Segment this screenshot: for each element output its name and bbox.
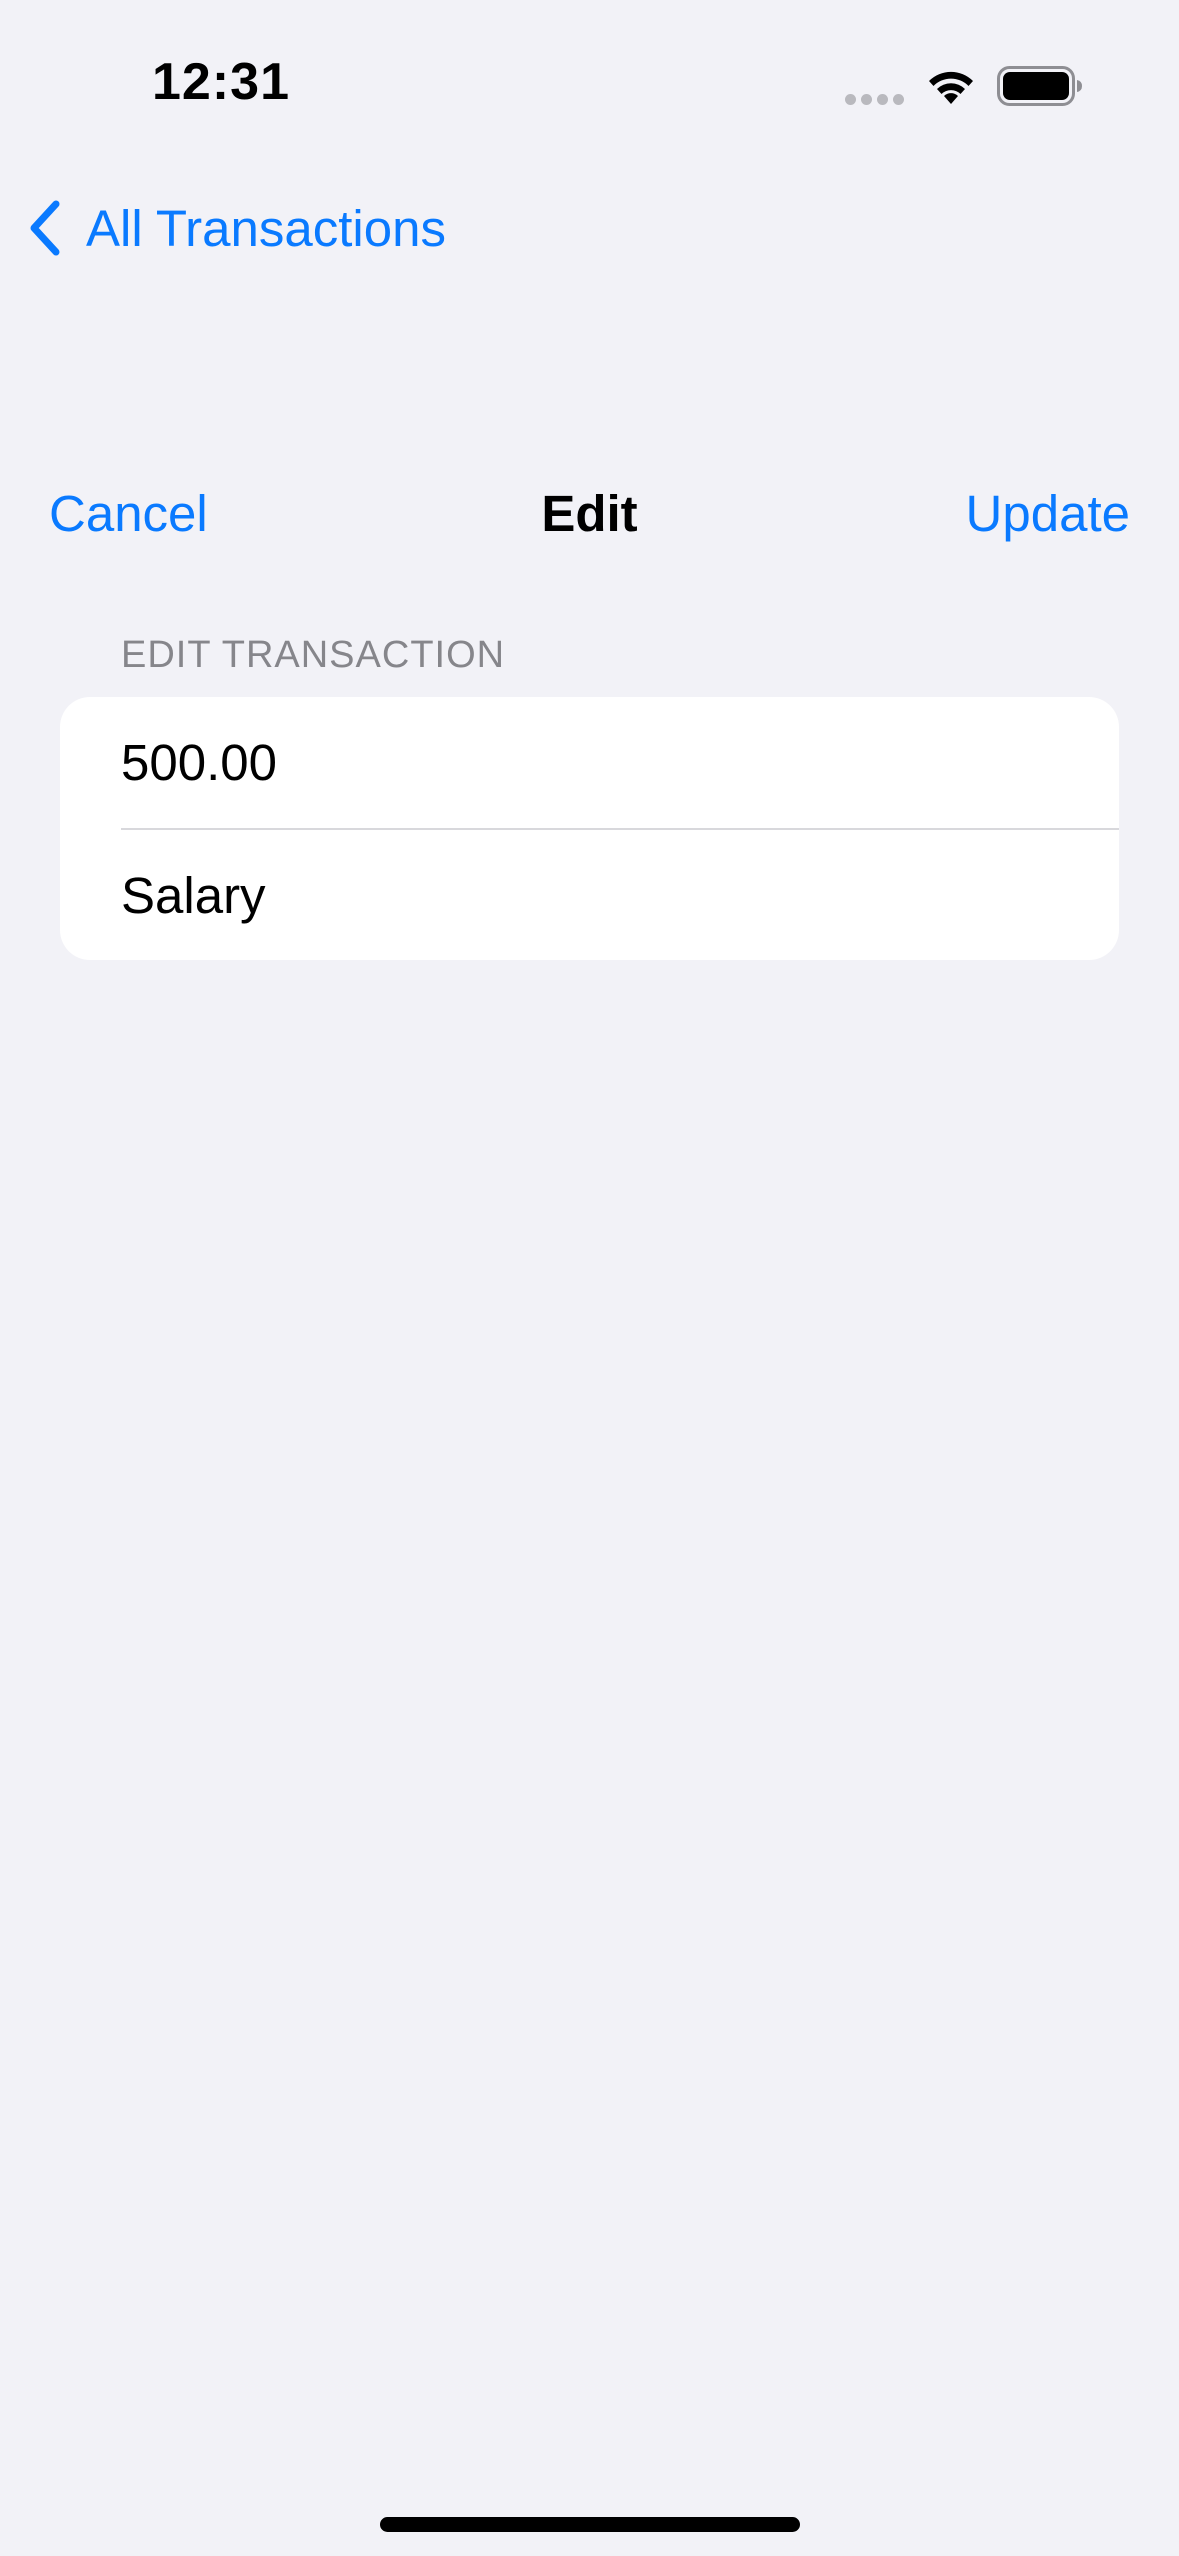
screen: 12:31 All Transactions Edit Cancel Updat…: [0, 0, 1179, 2556]
amount-row: [60, 697, 1119, 828]
cancel-button[interactable]: Cancel: [49, 484, 208, 543]
wifi-icon: [929, 71, 973, 104]
status-time: 12:31: [152, 53, 290, 111]
cell-signal-icon: [845, 94, 905, 106]
edit-transaction-form: [60, 697, 1119, 960]
back-button-label: All Transactions: [86, 199, 446, 257]
section-header: EDIT TRANSACTION: [121, 634, 506, 676]
amount-field[interactable]: [121, 697, 1081, 828]
back-button[interactable]: All Transactions: [24, 196, 446, 260]
home-indicator[interactable]: [380, 2517, 800, 2532]
update-button[interactable]: Update: [966, 484, 1130, 543]
description-row: [60, 830, 1119, 960]
battery-icon: [997, 66, 1082, 106]
description-field[interactable]: [121, 830, 1081, 960]
chevron-left-icon: [30, 200, 60, 256]
